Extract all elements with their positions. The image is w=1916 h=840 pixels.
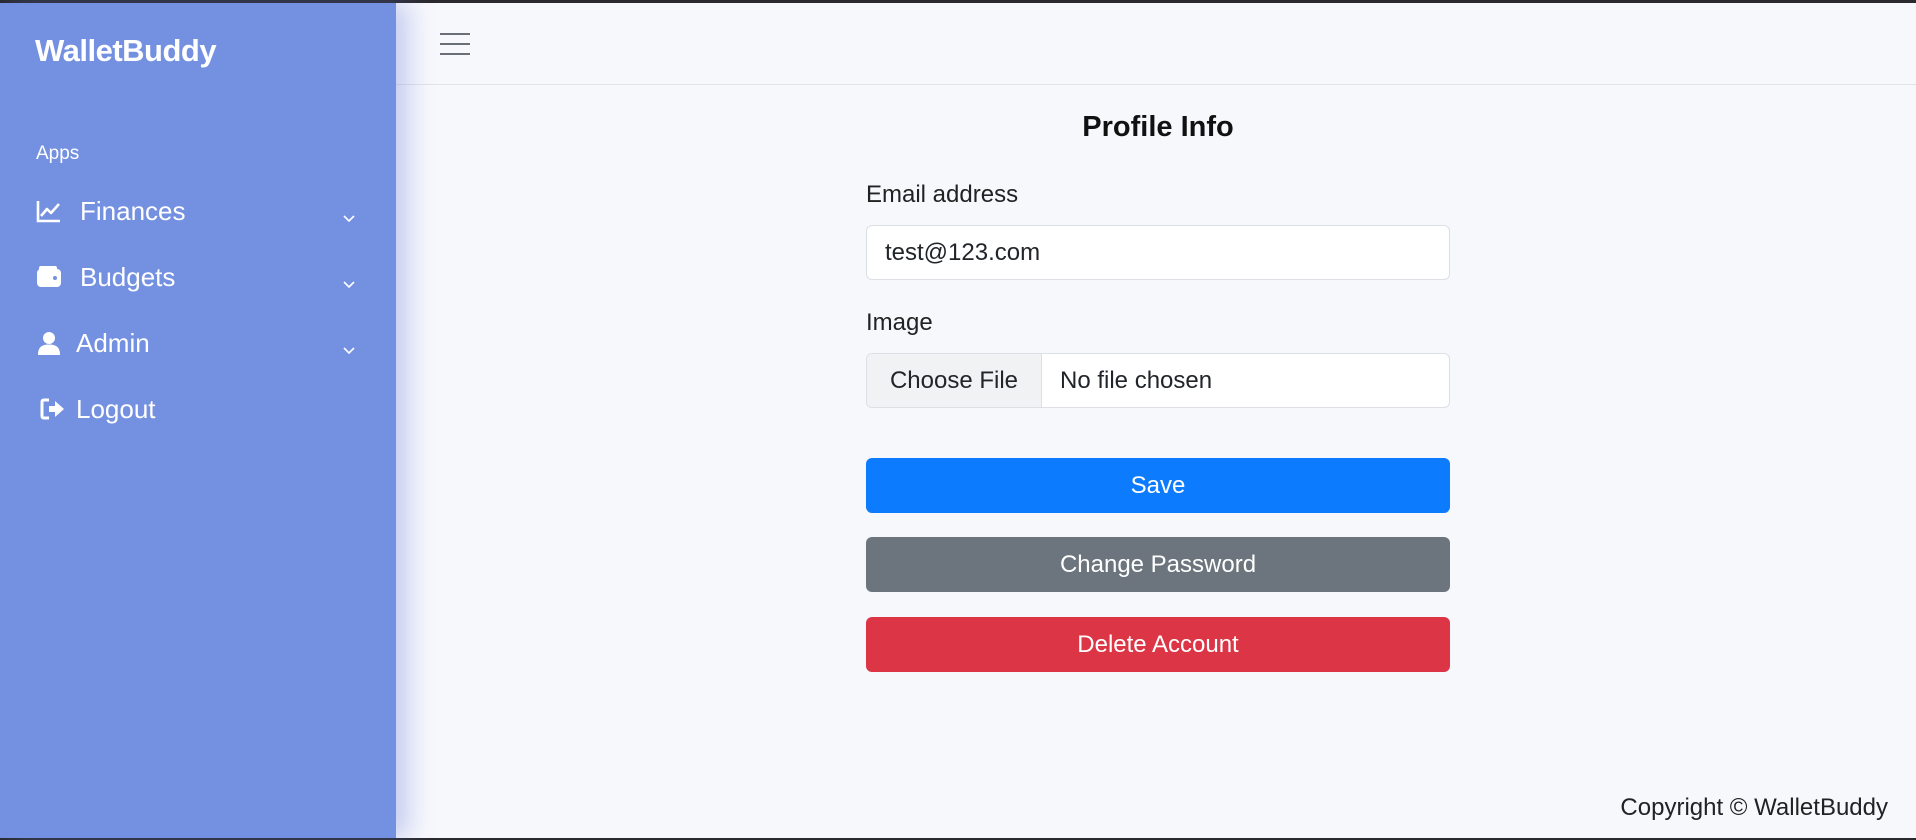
sidebar-item-label: Finances xyxy=(80,195,186,226)
hamburger-icon[interactable] xyxy=(440,31,470,57)
chevron-down-icon xyxy=(340,335,358,355)
profile-form: Profile Info Email address Image Choose … xyxy=(866,111,1450,672)
brand-logo[interactable]: WalletBuddy xyxy=(35,33,217,69)
sidebar-item-label: Logout xyxy=(76,393,156,424)
sidebar-section-label: Apps xyxy=(36,143,80,164)
sidebar-item-budgets[interactable]: Budgets xyxy=(36,255,366,299)
sidebar-item-admin[interactable]: Admin xyxy=(36,321,366,365)
choose-file-button[interactable]: Choose File xyxy=(867,354,1042,407)
user-icon xyxy=(36,330,62,356)
footer-copyright: Copyright © WalletBuddy xyxy=(1620,794,1888,821)
page-title: Profile Info xyxy=(1082,111,1234,143)
image-label: Image xyxy=(866,309,933,336)
sidebar-item-logout[interactable]: Logout xyxy=(40,387,370,431)
delete-account-button[interactable]: Delete Account xyxy=(866,617,1450,672)
sidebar-item-label: Admin xyxy=(76,327,150,358)
sidebar: WalletBuddy Apps Finances Budgets Admin … xyxy=(0,3,396,838)
change-password-button[interactable]: Change Password xyxy=(866,537,1450,592)
save-button[interactable]: Save xyxy=(866,458,1450,513)
chevron-down-icon xyxy=(340,203,358,223)
sidebar-item-label: Budgets xyxy=(80,261,176,292)
chevron-down-icon xyxy=(340,269,358,289)
email-field[interactable] xyxy=(866,225,1450,280)
image-file-input[interactable]: Choose File No file chosen xyxy=(866,353,1450,408)
logout-icon xyxy=(40,396,66,422)
sidebar-item-finances[interactable]: Finances xyxy=(36,189,366,233)
wallet-icon xyxy=(36,264,62,290)
chart-line-icon xyxy=(36,198,62,224)
file-status: No file chosen xyxy=(1060,366,1213,394)
top-bar xyxy=(396,3,1916,85)
email-label: Email address xyxy=(866,181,1019,208)
